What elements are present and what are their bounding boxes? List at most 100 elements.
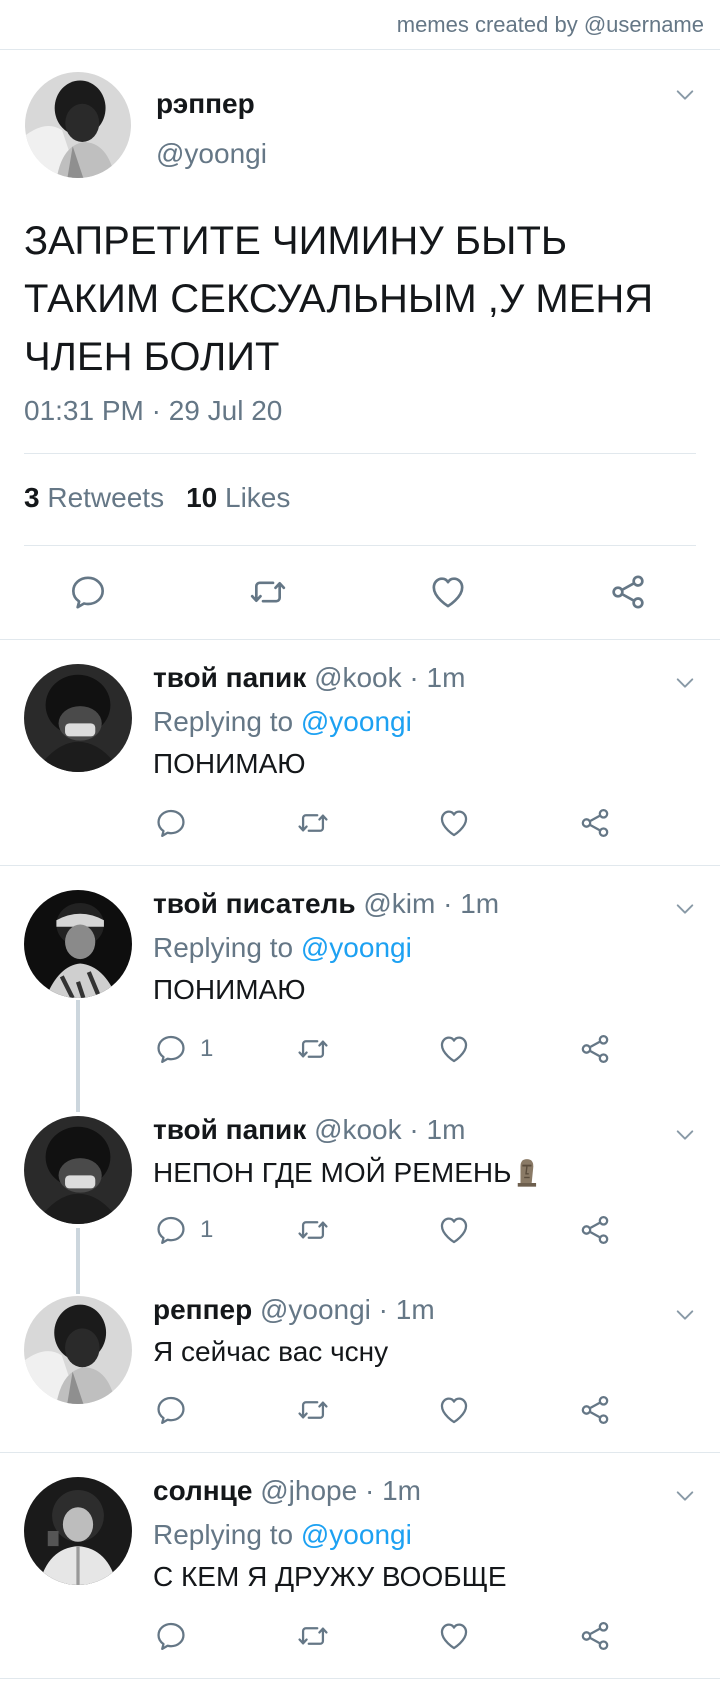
reply-button[interactable]: 1 xyxy=(154,1032,213,1066)
replying-to-link[interactable]: @yoongi xyxy=(301,706,412,737)
author-name[interactable]: реппер xyxy=(153,1294,252,1325)
share-icon xyxy=(578,1032,612,1066)
avatar[interactable] xyxy=(25,72,131,178)
reply-header: твой писатель @kim · 1m xyxy=(153,888,499,920)
replying-to-link[interactable]: @yoongi xyxy=(301,1519,412,1550)
reply-count: 1 xyxy=(200,1216,214,1243)
heart-icon xyxy=(437,1619,471,1653)
replying-prefix: Replying to xyxy=(153,706,294,737)
like-button[interactable] xyxy=(437,806,471,840)
retweet-button[interactable] xyxy=(296,806,330,840)
like-button[interactable] xyxy=(437,1032,471,1066)
avatar[interactable] xyxy=(24,664,132,772)
replying-prefix: Replying to xyxy=(153,932,294,963)
share-icon xyxy=(578,1393,612,1427)
retweet-button[interactable] xyxy=(296,1619,330,1653)
share-button[interactable] xyxy=(578,1032,612,1066)
reply-header: солнце @jhope · 1m xyxy=(153,1475,421,1507)
heart-icon xyxy=(437,806,471,840)
reply-tweet[interactable]: реппер @yoongi · 1m Я сейчас вас чсну xyxy=(0,1272,720,1452)
reply-header: твой папик @kook · 1m xyxy=(153,1114,465,1146)
tweet-timestamp[interactable]: 01:31 PM · 29 Jul 20 xyxy=(24,395,282,427)
reply-header: твой папик @kook · 1m xyxy=(153,662,465,694)
reply-header: реппер @yoongi · 1m xyxy=(153,1294,435,1326)
author-meta[interactable]: @kim · 1m xyxy=(363,888,499,919)
replying-to: Replying to @yoongi xyxy=(153,1519,412,1551)
heart-icon xyxy=(437,1393,471,1427)
retweet-icon xyxy=(296,1393,330,1427)
reply-button[interactable] xyxy=(154,1619,188,1653)
author-name[interactable]: твой папик xyxy=(153,1114,306,1145)
author-name[interactable]: твой папик xyxy=(153,662,306,693)
reply-tweet[interactable]: солнце @jhope · 1m Replying to @yoongi С… xyxy=(0,1453,720,1678)
share-button[interactable] xyxy=(578,806,612,840)
replying-to: Replying to @yoongi xyxy=(153,932,412,964)
reply-icon xyxy=(154,806,188,840)
heart-icon xyxy=(437,1032,471,1066)
reply-tweet[interactable]: твой папик @kook · 1m Replying to @yoong… xyxy=(0,640,720,865)
author-meta[interactable]: @kook · 1m xyxy=(314,1114,465,1145)
avatar[interactable] xyxy=(24,1296,132,1404)
reply-tweet[interactable]: твой писатель @kim · 1m Replying to @yoo… xyxy=(0,866,720,1091)
retweet-button[interactable] xyxy=(296,1213,330,1247)
like-button[interactable] xyxy=(437,1213,471,1247)
reply-button[interactable] xyxy=(154,1393,188,1427)
like-button[interactable] xyxy=(437,1619,471,1653)
chevron-down-icon[interactable] xyxy=(674,672,696,694)
retweet-button[interactable] xyxy=(296,1393,330,1427)
avatar[interactable] xyxy=(24,890,132,998)
share-button[interactable] xyxy=(578,1619,612,1653)
reply-icon xyxy=(154,1393,188,1427)
replying-to-link[interactable]: @yoongi xyxy=(301,932,412,963)
likes-count[interactable]: 10 xyxy=(186,482,217,513)
author-name[interactable]: твой писатель xyxy=(153,888,356,919)
retweets-count[interactable]: 3 xyxy=(24,482,40,513)
author-name[interactable]: солнце xyxy=(153,1475,252,1506)
reply-count: 1 xyxy=(200,1035,214,1062)
avatar[interactable] xyxy=(24,1116,132,1224)
tweet-text: Я сейчас вас чсну xyxy=(153,1336,389,1367)
heart-icon xyxy=(428,572,468,612)
chevron-down-icon[interactable] xyxy=(674,1304,696,1326)
like-button[interactable] xyxy=(437,1393,471,1427)
moai-emoji-icon xyxy=(515,1156,537,1188)
author-meta[interactable]: @kook · 1m xyxy=(314,662,465,693)
divider xyxy=(0,1678,720,1679)
like-button[interactable] xyxy=(428,572,468,612)
reply-button[interactable]: 1 xyxy=(154,1213,213,1247)
share-button[interactable] xyxy=(578,1213,612,1247)
chevron-down-icon[interactable] xyxy=(674,1485,696,1507)
chevron-down-icon[interactable] xyxy=(674,898,696,920)
chevron-down-icon[interactable] xyxy=(674,84,696,106)
tweet-text: ПОНИМАЮ xyxy=(153,748,306,779)
main-tweet[interactable]: рэппер @yoongi ЗАПРЕТИТЕ ЧИМИНУ БЫТЬ ТАК… xyxy=(0,50,720,640)
share-icon xyxy=(578,1619,612,1653)
divider xyxy=(24,545,696,546)
reply-button[interactable] xyxy=(154,806,188,840)
reply-icon xyxy=(154,1213,188,1247)
share-button[interactable] xyxy=(608,572,648,612)
author-meta[interactable]: @jhope · 1m xyxy=(260,1475,421,1506)
reply-button[interactable] xyxy=(68,572,108,612)
reply-icon xyxy=(68,572,108,612)
reply-tweet[interactable]: твой папик @kook · 1m НЕПОН ГДЕ МОЙ РЕМЕ… xyxy=(0,1092,720,1272)
share-icon xyxy=(578,1213,612,1247)
author-handle[interactable]: @yoongi xyxy=(156,138,267,170)
retweet-icon xyxy=(296,1213,330,1247)
retweet-icon xyxy=(296,1619,330,1653)
author-name[interactable]: рэппер xyxy=(156,88,255,120)
likes-label[interactable]: Likes xyxy=(225,482,290,513)
tweet-stats: 3 Retweets 10 Likes xyxy=(24,482,290,514)
retweet-button[interactable] xyxy=(296,1032,330,1066)
retweet-icon xyxy=(248,572,288,612)
author-meta[interactable]: @yoongi · 1m xyxy=(260,1294,435,1325)
retweet-button[interactable] xyxy=(248,572,288,612)
retweets-label[interactable]: Retweets xyxy=(47,482,164,513)
chevron-down-icon[interactable] xyxy=(674,1124,696,1146)
share-button[interactable] xyxy=(578,1393,612,1427)
avatar[interactable] xyxy=(24,1477,132,1585)
share-icon xyxy=(578,806,612,840)
retweet-icon xyxy=(296,806,330,840)
heart-icon xyxy=(437,1213,471,1247)
tweet-actions xyxy=(0,560,720,630)
